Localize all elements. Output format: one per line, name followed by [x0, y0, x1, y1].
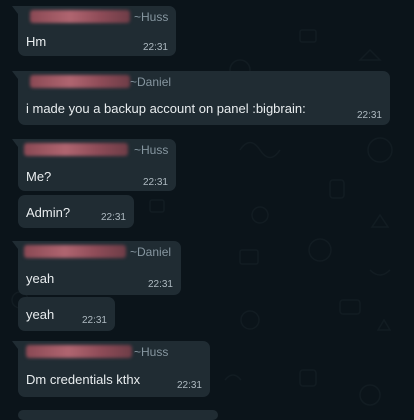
message-bubble[interactable]: yeah 22:31 — [18, 297, 115, 331]
message-bubble[interactable]: ~Huss Me? 22:31 — [12, 139, 176, 191]
message-bubble[interactable]: ~Huss Hm 22:31 — [12, 6, 176, 56]
sender-handle: ~Daniel — [130, 245, 172, 259]
message-time: 22:31 — [100, 212, 126, 223]
sender-row: ~Daniel — [18, 71, 390, 91]
message-time: 22:31 — [81, 315, 107, 326]
message-bubble-partial[interactable] — [18, 410, 218, 420]
redacted-sender-name — [24, 245, 126, 258]
message-bubble[interactable]: ~Daniel yeah 22:31 — [12, 241, 181, 295]
sender-row: ~Huss — [18, 6, 176, 26]
redacted-sender-name — [30, 75, 130, 88]
sender-row: ~Daniel — [18, 241, 181, 261]
message-time: 22:31 — [142, 42, 168, 53]
message-bubble[interactable]: ~Daniel i made you a backup account on p… — [12, 71, 390, 125]
message-time: 22:31 — [142, 177, 168, 188]
message-bubble[interactable]: Admin? 22:31 — [18, 195, 134, 228]
sender-row: ~Huss — [18, 341, 210, 361]
message-time: 22:31 — [356, 110, 382, 121]
message-text: i made you a backup account on panel :bi… — [26, 101, 306, 116]
sender-handle: ~Daniel — [130, 75, 172, 89]
sender-handle: ~Huss — [134, 345, 169, 359]
redacted-sender-name — [26, 345, 132, 358]
message-text: Hm — [26, 34, 47, 49]
message-time: 22:31 — [147, 279, 173, 290]
message-text: Dm credentials kthx — [26, 372, 141, 387]
message-text: yeah — [26, 271, 55, 286]
sender-handle: ~Huss — [134, 10, 169, 24]
redacted-sender-name — [24, 143, 128, 156]
redacted-sender-name — [30, 10, 130, 23]
sender-row: ~Huss — [18, 139, 176, 159]
message-text: Admin? — [26, 205, 71, 220]
message-bubble[interactable]: ~Huss Dm credentials kthx 22:31 — [12, 341, 210, 397]
message-text: yeah — [26, 307, 55, 322]
message-time: 22:31 — [176, 380, 202, 391]
sender-handle: ~Huss — [134, 143, 169, 157]
message-text: Me? — [26, 169, 52, 184]
